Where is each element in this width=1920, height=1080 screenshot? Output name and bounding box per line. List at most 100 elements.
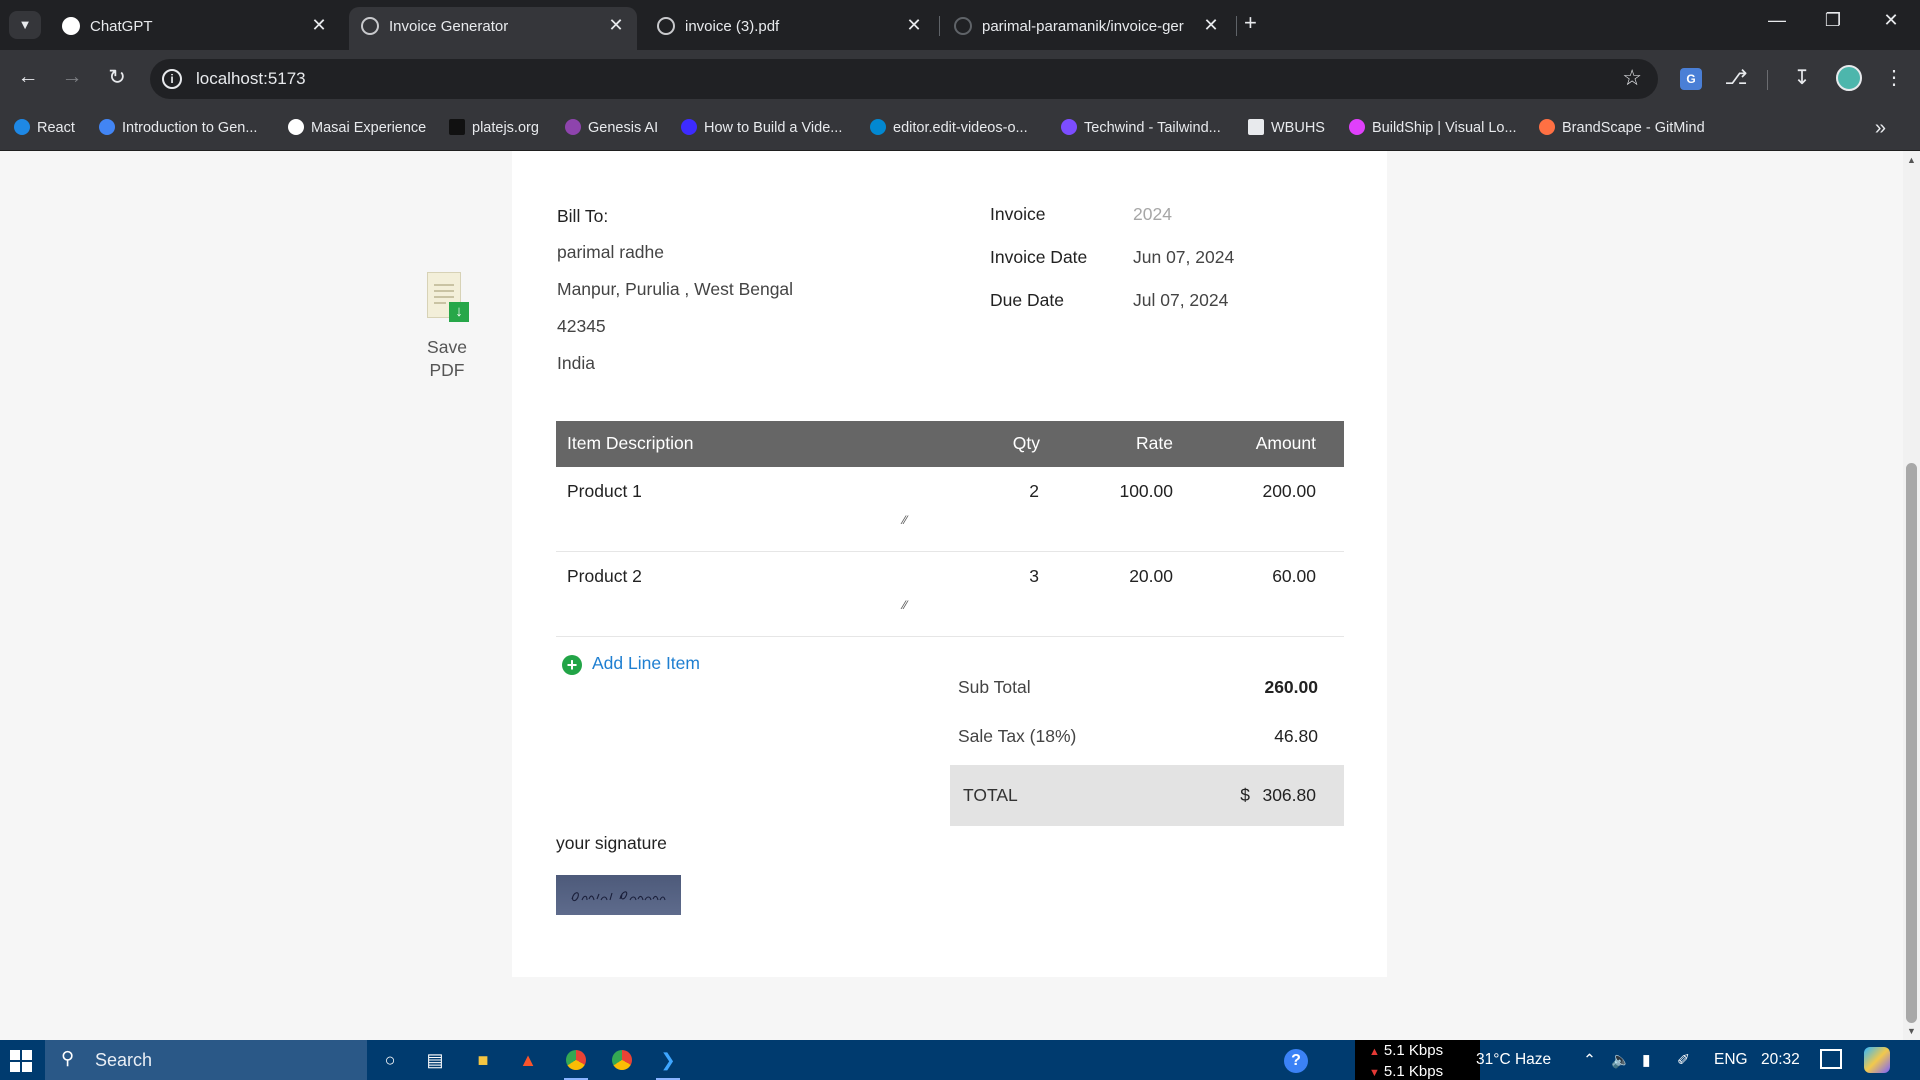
item-rate-input[interactable]: 100.00: [1119, 481, 1173, 502]
help-icon[interactable]: ?: [1284, 1049, 1308, 1073]
signature-image[interactable]: [556, 875, 681, 915]
net-down: 5.1 Kbps: [1383, 1063, 1444, 1080]
col-amount: Amount: [1255, 433, 1316, 453]
page-scrollbar[interactable]: ▲ ▼: [1903, 151, 1920, 1040]
invoice-date-input[interactable]: Jun 07, 2024: [1133, 247, 1234, 268]
invoice-date-row: Invoice Date Jun 07, 2024: [990, 247, 1350, 290]
resize-handle-icon[interactable]: ⁄⁄: [903, 598, 907, 612]
weather-widget[interactable]: 31°C Haze: [1476, 1051, 1551, 1069]
address-bar[interactable]: i localhost:5173 ☆: [150, 59, 1658, 99]
customer-country-field[interactable]: India: [557, 353, 957, 374]
bookmark-brandscape[interactable]: BrandScape - GitMind: [1539, 119, 1705, 139]
globe-icon: [361, 17, 379, 35]
tax-value: 46.80: [1274, 726, 1318, 746]
page-viewport: ↓ Save PDF Bill To: parimal radhe Manpur…: [0, 151, 1920, 1040]
url-text[interactable]: localhost:5173: [196, 69, 306, 89]
item-qty-input[interactable]: 2: [1029, 481, 1039, 502]
reload-icon[interactable]: ↻: [103, 65, 131, 90]
bookmark-platejs[interactable]: platejs.org: [449, 119, 539, 139]
volume-icon[interactable]: 🔈: [1611, 1051, 1630, 1070]
minimize-icon[interactable]: —: [1754, 10, 1800, 31]
customer-zip-field[interactable]: 42345: [557, 316, 957, 337]
cortana-icon[interactable]: ○: [376, 1047, 404, 1073]
bookmark-buildship[interactable]: BuildShip | Visual Lo...: [1349, 119, 1517, 139]
due-date-label: Due Date: [990, 290, 1064, 310]
bookmark-gen-ai[interactable]: Introduction to Gen...: [99, 119, 257, 139]
react-icon: [870, 119, 886, 135]
tab-chatgpt[interactable]: ChatGPT ✕: [50, 7, 340, 50]
total-label: TOTAL: [963, 785, 1018, 805]
save-pdf-button[interactable]: ↓ Save PDF: [412, 272, 482, 382]
bookmark-genesis[interactable]: Genesis AI: [565, 119, 658, 139]
scroll-up-icon[interactable]: ▲: [1907, 155, 1916, 165]
notification-icon[interactable]: [1820, 1049, 1842, 1069]
invoice-number-input[interactable]: 2024: [1133, 204, 1172, 225]
bookmark-how-to-build[interactable]: How to Build a Vide...: [681, 119, 842, 139]
scroll-down-icon[interactable]: ▼: [1907, 1026, 1916, 1036]
close-icon[interactable]: ✕: [308, 15, 330, 36]
item-description-input[interactable]: Product 2: [567, 566, 642, 587]
bookmark-techwind[interactable]: Techwind - Tailwind...: [1061, 119, 1221, 139]
translate-icon[interactable]: G: [1680, 68, 1702, 90]
window-close-icon[interactable]: ✕: [1868, 10, 1914, 31]
invoice-sheet: Bill To: parimal radhe Manpur, Purulia ,…: [512, 151, 1387, 977]
currency-symbol[interactable]: $: [1240, 785, 1250, 806]
tray-chevron-icon[interactable]: ⌃: [1583, 1051, 1596, 1070]
forward-icon[interactable]: →: [58, 65, 86, 89]
tab-invoice-pdf[interactable]: invoice (3).pdf ✕: [645, 7, 935, 50]
vscode-icon[interactable]: ❯: [654, 1047, 682, 1080]
windows-start-icon[interactable]: [10, 1050, 32, 1072]
chrome-profile-icon[interactable]: [608, 1047, 636, 1073]
language-indicator[interactable]: ENG: [1714, 1051, 1748, 1069]
tab-search-button[interactable]: ▼: [9, 11, 41, 39]
file-explorer-icon[interactable]: ■: [469, 1047, 497, 1073]
copilot-icon[interactable]: [1864, 1047, 1890, 1073]
extensions-icon[interactable]: ⎇: [1722, 65, 1750, 90]
task-view-icon[interactable]: ▤: [421, 1047, 449, 1073]
tab-title: ChatGPT: [90, 18, 153, 35]
bookmark-wbuhs[interactable]: WBUHS: [1248, 119, 1325, 139]
genesis-icon: [565, 119, 581, 135]
resize-handle-icon[interactable]: ⁄⁄: [903, 513, 907, 527]
customer-name-field[interactable]: parimal radhe: [557, 242, 957, 263]
site-info-icon[interactable]: i: [162, 69, 182, 89]
net-up: 5.1 Kbps: [1383, 1042, 1444, 1059]
item-qty-input[interactable]: 3: [1029, 566, 1039, 587]
bookmark-react[interactable]: React: [14, 119, 75, 139]
back-icon[interactable]: ←: [14, 65, 42, 89]
restore-icon[interactable]: ❐: [1810, 10, 1856, 31]
download-icon[interactable]: ↧: [1788, 65, 1816, 90]
pen-icon[interactable]: ✐: [1677, 1051, 1690, 1070]
customer-address-field[interactable]: Manpur, Purulia , West Bengal: [557, 279, 957, 300]
item-description-input[interactable]: Product 1: [567, 481, 642, 502]
bookmark-edit-videos[interactable]: editor.edit-videos-o...: [870, 119, 1028, 139]
brave-icon[interactable]: ▲: [514, 1047, 542, 1073]
chrome-icon[interactable]: [562, 1047, 590, 1080]
add-line-item-button[interactable]: + Add Line Item: [562, 653, 700, 675]
invoice-date-label: Invoice Date: [990, 247, 1088, 267]
browser-tab-strip: ▼ ChatGPT ✕ Invoice Generator ✕ invoice …: [0, 0, 1920, 50]
close-icon[interactable]: ✕: [605, 15, 627, 36]
windows-taskbar: ⚲ Search ○ ▤ ■ ▲ ❯ ? ▲ 5.1 Kbps ▼ 5.1 Kbps…: [0, 1040, 1920, 1080]
col-description: Item Description: [567, 433, 694, 453]
table-row: Product 1 ⁄⁄ 2 100.00 200.00: [556, 467, 1344, 552]
due-date-input[interactable]: Jul 07, 2024: [1133, 290, 1228, 311]
bookmark-star-icon[interactable]: ☆: [1622, 65, 1642, 91]
chatgpt-icon: [62, 17, 80, 35]
bookmark-masai[interactable]: Masai Experience: [288, 119, 426, 139]
more-bookmarks-icon[interactable]: »: [1875, 117, 1886, 140]
item-rate-input[interactable]: 20.00: [1129, 566, 1173, 587]
tax-label[interactable]: Sale Tax (18%): [958, 726, 1076, 747]
kebab-menu-icon[interactable]: ⋮: [1880, 65, 1908, 90]
tab-title: Invoice Generator: [389, 18, 509, 35]
scroll-thumb[interactable]: [1906, 463, 1917, 1023]
tab-github[interactable]: parimal-paramanik/invoice-ger ✕: [942, 7, 1232, 50]
new-tab-button[interactable]: +: [1244, 10, 1257, 36]
taskbar-search[interactable]: ⚲ Search: [45, 1040, 367, 1080]
profile-avatar[interactable]: [1836, 65, 1862, 91]
tab-invoice-generator[interactable]: Invoice Generator ✕: [349, 7, 637, 50]
close-icon[interactable]: ✕: [903, 15, 925, 36]
close-icon[interactable]: ✕: [1200, 15, 1222, 36]
battery-icon[interactable]: ▮: [1642, 1051, 1651, 1070]
clock[interactable]: 20:32: [1761, 1051, 1800, 1069]
